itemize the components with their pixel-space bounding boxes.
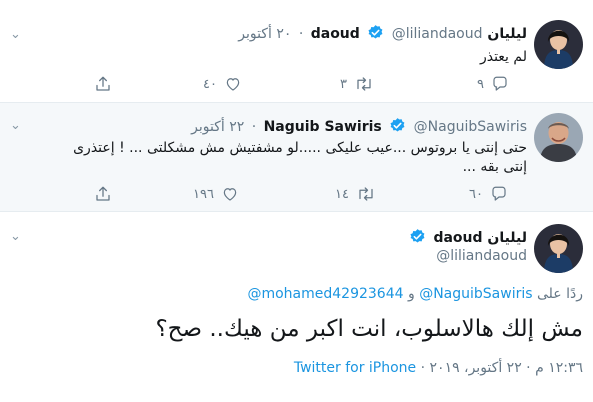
tweet-header: ليليان daoud @liliandaoud · ٢٠ أكتوبر [238, 24, 527, 46]
tweet-text: حتى إنتى يا بروتوس ...عيب عليكى .....لو … [14, 139, 527, 177]
like-button[interactable]: ١٩٦ [193, 184, 239, 204]
tweet-text-line: حتى إنتى يا بروتوس ...عيب عليكى .....لو … [73, 140, 527, 156]
reply-button[interactable]: ٦٠ [469, 184, 508, 204]
avatar[interactable] [534, 20, 583, 69]
reply-icon [492, 186, 506, 201]
tweet-text: مش إلك هالاسلوب، انت اكبر من هيك.. صح؟ [155, 316, 583, 342]
replying-prefix: ردًا على [537, 286, 583, 302]
retweet-icon [357, 77, 371, 91]
retweet-count: ٣ [340, 76, 347, 92]
replying-user-link[interactable]: @NaguibSawiris [419, 286, 532, 302]
heart-icon [226, 78, 240, 91]
tweet-meta: ١٢:٣٦ م · ٢٢ أكتوبر، ٢٠١٩ · Twitter for … [294, 360, 583, 376]
display-name[interactable]: Naguib Sawiris [264, 119, 382, 135]
separator: · [298, 26, 304, 42]
replying-user-link[interactable]: @mohamed42923644 [247, 286, 403, 302]
separator: · [416, 360, 426, 376]
tweet-text: لم يعتذر [479, 49, 527, 65]
tweet-liliandaoud[interactable]: ⌄ ليليان daoud @liliandaoud · ٢٠ أكتوبر … [0, 0, 593, 102]
tweet-header: Naguib Sawiris @NaguibSawiris · ٢٢ أكتوب… [191, 117, 527, 139]
timestamp[interactable]: ٢٠ أكتوبر [238, 26, 291, 42]
tweet-actions: ٩ ٣ ٤٠ [0, 74, 593, 94]
chevron-down-icon[interactable]: ⌄ [10, 119, 21, 132]
avatar[interactable] [534, 224, 583, 273]
reply-count: ٩ [477, 76, 484, 92]
heart-icon [223, 188, 237, 201]
share-icon [96, 186, 110, 201]
retweet-count: ١٤ [335, 186, 349, 202]
verified-badge-icon [367, 24, 384, 46]
tweet-naguibsawiris[interactable]: ⌄ Naguib Sawiris @NaguibSawiris · ٢٢ أكت… [0, 102, 593, 212]
handle[interactable]: @liliandaoud [392, 26, 483, 42]
like-count: ٤٠ [203, 76, 217, 92]
chevron-down-icon[interactable]: ⌄ [10, 230, 21, 243]
separator: · [251, 119, 257, 135]
verified-badge-icon [409, 228, 426, 250]
handle[interactable]: @liliandaoud [436, 248, 527, 264]
replying-and: و [407, 286, 415, 302]
reply-count: ٦٠ [469, 186, 483, 202]
focused-tweet: ⌄ ليليان daoud @liliandaoud ردًا على @Na… [0, 212, 593, 402]
separator: · [521, 360, 531, 376]
display-name[interactable]: ليليان daoud [433, 230, 527, 246]
retweet-icon [359, 187, 373, 201]
like-button[interactable]: ٤٠ [203, 74, 242, 94]
retweet-button[interactable]: ١٤ [335, 184, 376, 204]
tweet-time[interactable]: ١٢:٣٦ م [535, 360, 583, 376]
chevron-down-icon[interactable]: ⌄ [10, 28, 21, 41]
tweet-date[interactable]: ٢٢ أكتوبر، ٢٠١٩ [430, 360, 522, 376]
replying-to: ردًا على @NaguibSawiris و @mohamed429236… [247, 286, 583, 302]
reply-button[interactable]: ٩ [477, 74, 509, 94]
share-icon [96, 76, 110, 91]
tweet-actions: ٦٠ ١٤ ١٩٦ [0, 184, 593, 204]
retweet-button[interactable]: ٣ [340, 74, 374, 94]
avatar[interactable] [534, 113, 583, 162]
verified-badge-icon [389, 117, 406, 139]
share-button[interactable] [94, 184, 112, 204]
handle[interactable]: @NaguibSawiris [414, 119, 527, 135]
like-count: ١٩٦ [193, 186, 214, 202]
reply-icon [493, 76, 507, 91]
timestamp[interactable]: ٢٢ أكتوبر [191, 119, 244, 135]
tweet-text-line: إنتى بقه ... [462, 159, 527, 175]
tweet-source[interactable]: Twitter for iPhone [294, 360, 416, 376]
tweet-header: ليليان daoud [406, 228, 527, 250]
share-button[interactable] [94, 74, 112, 94]
